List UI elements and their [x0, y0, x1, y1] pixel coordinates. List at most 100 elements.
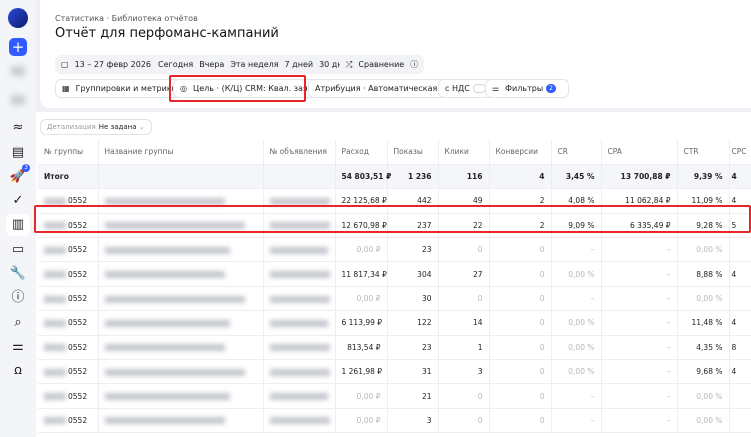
column-header[interactable]: № объявления	[263, 140, 335, 164]
compare-button[interactable]: ⤮Сравнениеⓘ	[340, 55, 424, 74]
sliders-icon[interactable]: ⚌	[6, 336, 30, 358]
metric-cell: –	[601, 311, 677, 335]
table-row[interactable]: 05521 261,98 ₽31300,00 %–9,68 %4	[38, 360, 751, 384]
layers-icon[interactable]: ▭	[6, 239, 30, 261]
blurred-icon	[11, 66, 25, 76]
metric-cell: 0,00 %	[677, 286, 729, 310]
metric-cell: 0,00 %	[551, 360, 601, 384]
group-id-cell[interactable]: 0552	[38, 360, 98, 384]
blurred-text	[270, 344, 330, 351]
blurred-text	[44, 393, 66, 400]
ad-number-cell	[263, 360, 335, 384]
blurred-text	[105, 247, 230, 254]
row-highlight-box	[34, 205, 751, 233]
ad-number-cell	[263, 311, 335, 335]
group-id-cell[interactable]: 0552	[38, 238, 98, 262]
table-row[interactable]: 055211 817,34 ₽3042700,00 %–8,88 %4	[38, 262, 751, 286]
metric-cell: 0,00 %	[551, 311, 601, 335]
bar-chart-icon[interactable]: ▥	[6, 214, 30, 236]
metric-cell: –	[601, 335, 677, 359]
group-name-cell	[98, 164, 263, 188]
table-row[interactable]: 0552813,54 ₽23100,00 %–4,35 %8	[38, 335, 751, 359]
table-row[interactable]: 05526 113,99 ₽1221400,00 %–11,48 %4	[38, 311, 751, 335]
column-header[interactable]: CPC	[729, 140, 751, 164]
metric-cell: 13 700,88 ₽	[601, 164, 677, 188]
preset-today[interactable]: Сегодня	[158, 60, 193, 69]
column-header[interactable]: CR	[551, 140, 601, 164]
filter-icon: ⚌	[492, 84, 499, 93]
metric-cell: 0	[489, 311, 551, 335]
rocket-icon[interactable]: 🚀3	[6, 166, 30, 188]
table-row[interactable]: 05520,00 ₽2100––0,00 %	[38, 384, 751, 408]
table-row[interactable]: 05520,00 ₽2300––0,00 %	[38, 238, 751, 262]
group-name-cell	[98, 311, 263, 335]
ad-number-cell	[263, 238, 335, 262]
metric-cell: 0	[438, 384, 489, 408]
column-header[interactable]: CPA	[601, 140, 677, 164]
blurred-text	[270, 417, 330, 424]
blurred-text	[105, 296, 245, 303]
detail-select[interactable]: ДетализацияНе задана ⌄	[40, 119, 152, 135]
pulse-icon[interactable]: ≈	[6, 117, 30, 139]
metric-cell: 6 113,99 ₽	[335, 311, 387, 335]
preset-7-days[interactable]: 7 дней	[285, 60, 314, 69]
metric-cell: 304	[387, 262, 438, 286]
metric-cell: –	[601, 360, 677, 384]
metric-cell: 30	[387, 286, 438, 310]
metric-cell: 0	[489, 360, 551, 384]
group-id-cell[interactable]: 0552	[38, 384, 98, 408]
filters-button[interactable]: ⚌Фильтры2	[485, 79, 569, 98]
toggle-switch[interactable]	[473, 84, 486, 93]
column-header[interactable]: Название группы	[98, 140, 263, 164]
ad-number-cell	[263, 335, 335, 359]
metric-cell: 9,39 %	[677, 164, 729, 188]
column-header[interactable]: № группы	[38, 140, 98, 164]
ad-number-cell	[263, 164, 335, 188]
metric-cell: 0	[438, 408, 489, 432]
database-icon[interactable]: ▤	[6, 142, 30, 164]
shuffle-icon: ⤮	[346, 60, 352, 69]
ad-number-cell	[263, 408, 335, 432]
search-icon[interactable]: ⌕	[6, 312, 30, 334]
blurred-text	[105, 320, 230, 327]
group-id-cell[interactable]: 0552	[38, 262, 98, 286]
table-row[interactable]: 05520,00 ₽300––0,00 %	[38, 408, 751, 432]
logo-icon[interactable]	[8, 8, 28, 28]
wrench-icon[interactable]: 🔧	[6, 263, 30, 285]
check-circle-icon[interactable]: ✓	[6, 190, 30, 212]
column-header[interactable]: Клики	[438, 140, 489, 164]
create-button[interactable]: +	[9, 38, 27, 56]
metric-cell: 4	[729, 360, 751, 384]
blurred-text	[105, 369, 245, 376]
group-id: 0552	[68, 367, 87, 376]
blurred-text	[44, 320, 66, 327]
table-row[interactable]: 05520,00 ₽3000––0,00 %	[38, 286, 751, 310]
metric-cell: 0	[489, 238, 551, 262]
metric-cell: –	[601, 384, 677, 408]
sidebar: + ≈ ▤ 🚀3 ✓ ▥ ▭ 🔧 ⓘ ⌕ ⚌ ꭥ	[0, 0, 36, 437]
info-icon[interactable]: ⓘ	[6, 287, 30, 309]
preset-yesterday[interactable]: Вчера	[199, 60, 224, 69]
group-id-cell[interactable]: 0552	[38, 286, 98, 310]
group-id-cell[interactable]: 0552	[38, 408, 98, 432]
blurred-text	[44, 369, 66, 376]
group-id-cell[interactable]: 0552	[38, 311, 98, 335]
column-header[interactable]: CTR	[677, 140, 729, 164]
column-header[interactable]: Показы	[387, 140, 438, 164]
column-header[interactable]: Конверсии	[489, 140, 551, 164]
breadcrumb[interactable]: Статистика · Библиотека отчётов	[55, 14, 198, 23]
group-id-cell[interactable]: 0552	[38, 335, 98, 359]
metric-cell: –	[551, 238, 601, 262]
total-label: Итого	[38, 164, 98, 188]
preset-this-week[interactable]: Эта неделя	[230, 60, 278, 69]
column-header[interactable]: Расход	[335, 140, 387, 164]
metric-cell: 0	[489, 335, 551, 359]
metric-cell: 3	[438, 360, 489, 384]
metric-cell: 11 817,34 ₽	[335, 262, 387, 286]
table-header: № группыНазвание группы№ объявленияРасхо…	[38, 140, 751, 164]
metric-cell: 11,48 %	[677, 311, 729, 335]
metric-cell: 0,00 %	[551, 262, 601, 286]
metric-cell	[729, 384, 751, 408]
header: Статистика · Библиотека отчётов Отчёт дл…	[40, 0, 751, 108]
person-icon[interactable]: ꭥ	[6, 360, 30, 382]
